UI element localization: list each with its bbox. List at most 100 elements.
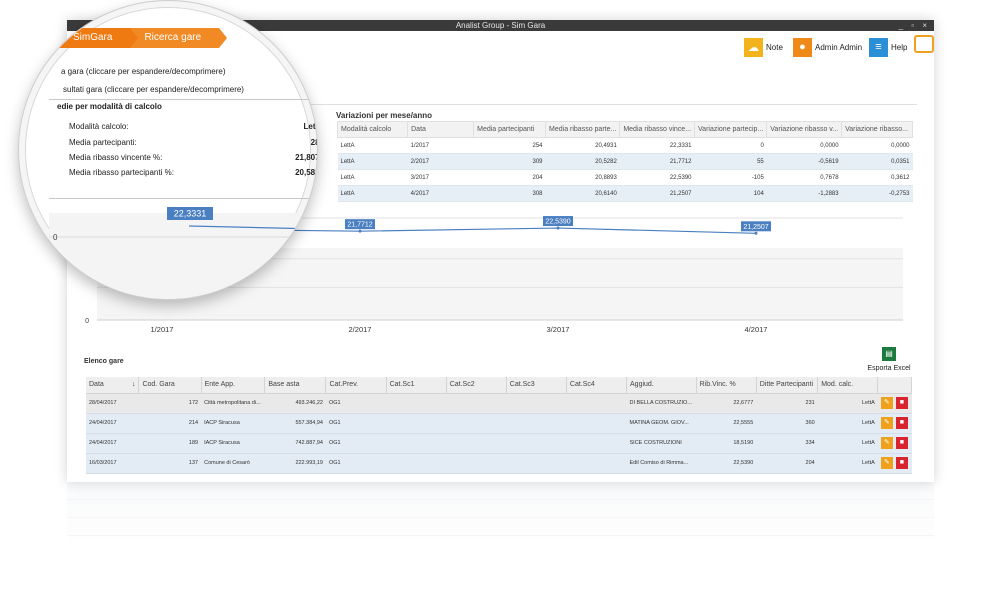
variazioni-cell: 0,3612 xyxy=(841,169,913,186)
variazioni-row[interactable]: LettA 2/2017 309 20,5282 21,7712 55 -0,5619 0,0… xyxy=(337,153,913,170)
variazioni-header-cell[interactable]: Data xyxy=(407,121,475,138)
variazioni-cell: -0,2753 xyxy=(841,185,913,202)
user-button[interactable]: ● Admin Admin xyxy=(793,36,862,58)
gare-cell: OG1 xyxy=(325,413,387,434)
gare-cell xyxy=(446,413,507,434)
gare-cell: 334 xyxy=(756,433,818,454)
variazioni-header-cell[interactable]: Media partecipanti xyxy=(473,121,547,138)
data-label: 21,2507 xyxy=(743,224,768,231)
edit-button[interactable]: ✎ xyxy=(880,457,893,469)
gare-cell: IACP Siracusa xyxy=(201,413,265,434)
gare-header-cell[interactable]: Base asta xyxy=(264,377,327,394)
gare-header-label: Rib.Vinc. % xyxy=(699,381,736,389)
variazioni-cell: -105 xyxy=(694,169,767,186)
gare-cell: 172 xyxy=(138,393,202,414)
gare-header-cell[interactable]: Cat.Prev. xyxy=(325,377,387,394)
variazioni-row[interactable]: LettA 4/2017 308 20,6140 21,2507 104 -1,2883 -0… xyxy=(337,185,913,202)
help-button[interactable]: ≡ Help xyxy=(869,36,907,58)
variazioni-header-cell[interactable]: Media ribasso vince... xyxy=(619,121,696,138)
gare-row[interactable]: 24/04/2017 189 IACP Siracusa 742.887,94 OG1 S… xyxy=(86,433,912,454)
variazioni-cell: 22,5390 xyxy=(619,169,695,186)
gare-header-cell[interactable]: Aggiud. xyxy=(626,377,697,394)
gare-cell xyxy=(386,453,447,474)
medie-value: LettA xyxy=(303,122,318,131)
gare-header-label: Cat.Sc3 xyxy=(509,381,535,389)
variazioni-header-row: Modalità calcolo Data Media partecipanti Me… xyxy=(336,121,913,138)
gare-header-label: Base asta xyxy=(268,381,300,389)
gare-cell xyxy=(566,433,627,454)
delete-button[interactable]: ■ xyxy=(895,417,908,429)
gare-header-cell[interactable]: Cat.Sc2 xyxy=(446,377,507,394)
variazioni-table: Modalità calcolo Data Media partecipanti Me… xyxy=(336,121,913,202)
edit-button[interactable]: ✎ xyxy=(880,437,893,449)
medie-value: 21,8079 xyxy=(295,153,317,162)
note-button[interactable]: ☁ Note xyxy=(744,36,783,58)
variazioni-row[interactable]: LettA 1/2017 254 20,4931 22,3331 0 0,0000 0,000… xyxy=(337,137,913,154)
edit-button[interactable]: ✎ xyxy=(880,417,893,429)
breadcrumb-ricerca-gare[interactable]: Ricerca gare xyxy=(130,28,227,48)
chat-icon[interactable] xyxy=(914,35,934,53)
gare-header-cell[interactable]: Cod. Gara xyxy=(138,377,202,394)
gare-row[interactable]: 16/03/2017 137 Comune di Cesarò 222.993,19 O… xyxy=(86,453,912,474)
variazioni-cell: LettA xyxy=(337,185,408,202)
gare-actions-header xyxy=(877,377,912,394)
gare-header-cell[interactable]: Ente App. xyxy=(201,377,266,394)
window-controls[interactable]: _ ▫ × xyxy=(899,20,930,31)
medie-row: Media ribasso partecipanti %: 20,5891 xyxy=(69,168,317,177)
gare-header-cell[interactable]: Cat.Sc1 xyxy=(386,377,447,394)
breadcrumb: SimGara Ricerca gare xyxy=(59,28,227,48)
gare-header-cell[interactable]: Mod. calc. xyxy=(817,377,879,394)
medie-label: Media ribasso vincente %: xyxy=(69,153,163,162)
variazioni-header-cell[interactable]: Modalità calcolo xyxy=(336,121,409,138)
gare-cell: 18,5190 xyxy=(696,433,757,454)
gare-actions-cell: ✎ ■ xyxy=(877,453,912,474)
breadcrumb-simgara[interactable]: SimGara xyxy=(59,28,139,48)
window-reflection xyxy=(67,482,934,542)
gare-row[interactable]: 28/04/2017 172 Città metropolitana di... 49… xyxy=(86,393,912,414)
gare-cell: OG1 xyxy=(325,433,387,454)
variazioni-header-cell[interactable]: Variazione partecip... xyxy=(694,121,768,138)
delete-button[interactable]: ■ xyxy=(895,437,908,449)
gare-header-label: Mod. calc. xyxy=(821,381,854,389)
expander-gara[interactable]: a gara (cliccare per espandere/decomprim… xyxy=(61,67,226,76)
sort-arrow-icon: ↓ xyxy=(131,381,136,389)
gare-header-cell[interactable]: Data ↓ xyxy=(86,377,140,394)
variazioni-header-cell[interactable]: Variazione ribasso v... xyxy=(766,121,843,138)
delete-button[interactable]: ■ xyxy=(895,457,908,469)
gare-header-label: Cat.Sc2 xyxy=(449,381,475,389)
edit-button[interactable]: ✎ xyxy=(880,397,893,409)
medie-row: Modalità calcolo: LettA xyxy=(69,122,318,131)
variazioni-header-cell[interactable]: Variazione ribasso... xyxy=(841,121,913,138)
variazioni-row[interactable]: LettA 3/2017 204 20,8893 22,5390 -105 0,7678 0,… xyxy=(337,169,913,186)
help-label: Help xyxy=(891,42,908,52)
user-label: Admin Admin xyxy=(815,42,863,52)
gare-cell xyxy=(566,453,627,474)
gare-actions-cell: ✎ ■ xyxy=(877,413,912,434)
gare-header-cell[interactable]: Ditte Partecipanti xyxy=(756,377,819,394)
data-point xyxy=(754,231,758,235)
gare-header-cell[interactable]: Rib.Vinc. % xyxy=(696,377,757,394)
gare-row[interactable]: 24/04/2017 214 IACP Siracusa 557.384,94 OG1 M… xyxy=(86,413,912,434)
medie-label: Media ribasso partecipanti %: xyxy=(69,168,174,177)
menu-lines-icon: ≡ xyxy=(869,37,888,57)
delete-button[interactable]: ■ xyxy=(895,397,908,409)
gare-header-label: Ente App. xyxy=(204,381,235,389)
variazioni-cell: 308 xyxy=(473,185,546,202)
variazioni-cell: 254 xyxy=(473,137,546,154)
gare-header-cell[interactable]: Cat.Sc3 xyxy=(506,377,567,394)
variazioni-cell: 1/2017 xyxy=(407,137,474,154)
export-excel-button[interactable]: ▤ Esporta Excel xyxy=(865,347,913,372)
medie-row: Media ribasso vincente %: 21,8079 xyxy=(69,153,317,162)
medie-panel: edie per modalità di calcolo Modalità ca… xyxy=(49,99,318,199)
variazioni-cell: 20,4931 xyxy=(545,137,620,154)
data-label: 21,7712 xyxy=(347,222,372,229)
variazioni-header-cell[interactable]: Media ribasso parte... xyxy=(545,121,621,138)
gare-header-label: Data xyxy=(89,381,104,389)
magnified-data-label: 22,3331 xyxy=(174,209,207,219)
medie-value: 285 xyxy=(310,138,317,147)
gare-cell: Città metropolitana di... xyxy=(201,393,265,414)
gare-header-cell[interactable]: Cat.Sc4 xyxy=(566,377,628,394)
expander-risultati[interactable]: sultati gara (cliccare per espandere/dec… xyxy=(63,85,244,94)
variazioni-cell: 204 xyxy=(473,169,546,186)
x-tick-label: 2/2017 xyxy=(349,325,372,334)
